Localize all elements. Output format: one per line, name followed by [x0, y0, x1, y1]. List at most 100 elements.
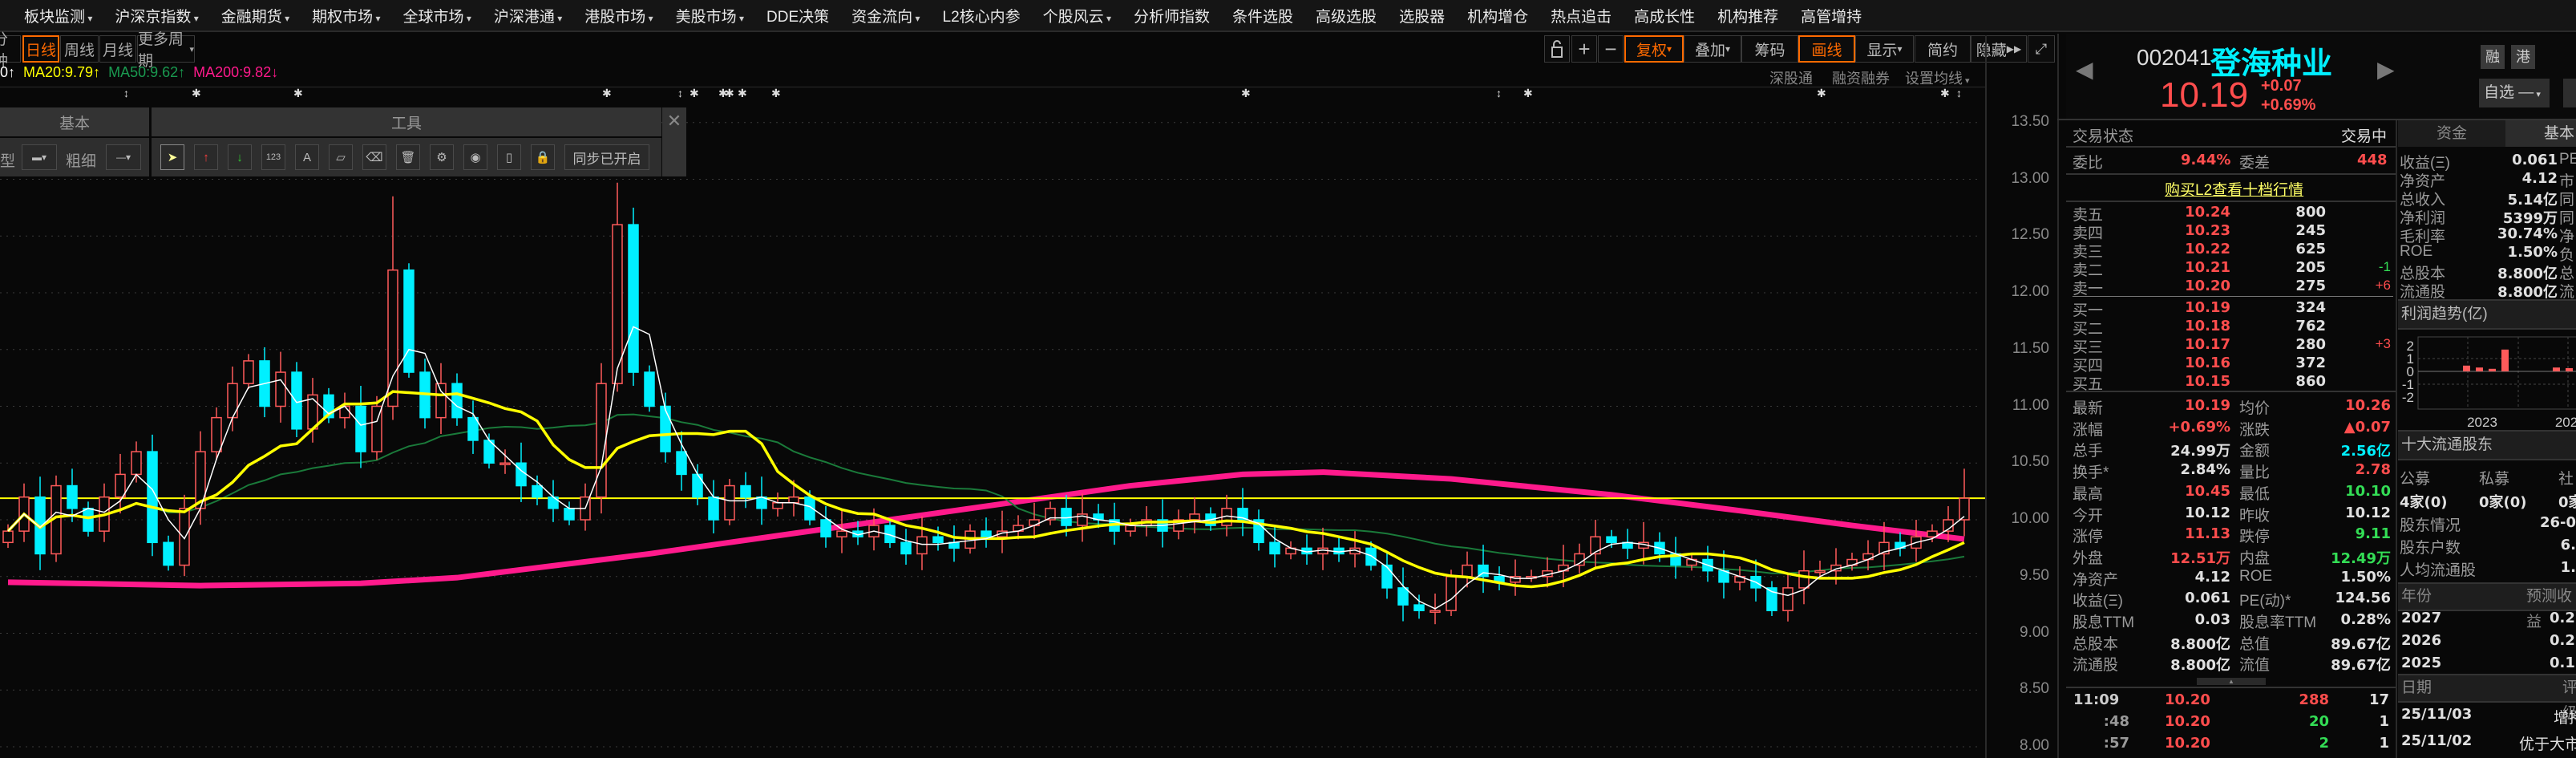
- candle: [1237, 488, 1248, 537]
- cursor-tool-icon[interactable]: ➤: [160, 144, 184, 170]
- candle: [195, 431, 206, 525]
- lock-tool-icon[interactable]: 🔒: [531, 144, 555, 170]
- eye-icon[interactable]: ◉: [463, 144, 487, 170]
- tick-volume: 2: [2319, 735, 2329, 752]
- hk-connect-tag[interactable]: 港: [2511, 45, 2535, 69]
- extra-button[interactable]: [2563, 79, 2576, 107]
- candle: [451, 373, 463, 426]
- holder-type-value: 0家: [2558, 494, 2576, 511]
- ruler-tool-icon[interactable]: ▱: [329, 144, 353, 170]
- text-tool-icon[interactable]: A: [295, 144, 319, 170]
- candle: [692, 464, 703, 505]
- stat-value: 10.45: [2185, 482, 2230, 500]
- ask-level-volume: 205: [2295, 259, 2326, 276]
- candle: [1029, 502, 1040, 540]
- ask-level-price[interactable]: 10.22: [2157, 241, 2230, 257]
- arrow-up-tool-icon[interactable]: ↑: [194, 144, 218, 170]
- x-tick-label: 2023: [2467, 415, 2497, 430]
- candle: [131, 441, 142, 483]
- fullscreen-icon[interactable]: ⤢: [2028, 35, 2055, 63]
- stat-value: 89.67亿: [2331, 635, 2391, 653]
- candle: [836, 510, 847, 553]
- event-marker-icon[interactable]: ↕: [677, 87, 683, 99]
- bid-level-price[interactable]: 10.18: [2157, 318, 2230, 334]
- eraser-icon[interactable]: ⌫: [362, 144, 386, 170]
- ask-level-price[interactable]: 10.20: [2157, 278, 2230, 294]
- candle: [644, 365, 655, 412]
- tool-panel-tab-tools[interactable]: 工具: [152, 107, 661, 136]
- next-stock-icon[interactable]: ▶: [2377, 56, 2395, 83]
- line-width-select[interactable]: —▾: [106, 144, 141, 170]
- candle: [1622, 529, 1633, 559]
- stat-value: 10.19: [2185, 397, 2230, 414]
- ask-level-price[interactable]: 10.21: [2157, 259, 2230, 276]
- event-marker-icon[interactable]: ✱: [1241, 87, 1251, 100]
- y-tick-label: 13.00: [2011, 169, 2049, 187]
- forecast-eps: 0.2: [2550, 632, 2575, 649]
- line-type-select[interactable]: ▬▾: [22, 144, 57, 170]
- margin-tag[interactable]: 融: [2481, 45, 2505, 69]
- event-markers: ↕ ✱ ✱ ✱ ↕ ✱ ✱ ✱ ✱ ✱ ✱ ↕ ✱ ✱ ✱ ↕: [0, 87, 1986, 103]
- chevron-down-icon: ▾: [2534, 90, 2541, 99]
- screenshot-icon[interactable]: ▯: [497, 144, 521, 170]
- fundamental-value: 30.74%: [2497, 225, 2558, 242]
- candle: [1526, 570, 1537, 582]
- stat-label: 跌停: [2239, 529, 2271, 546]
- event-marker-icon[interactable]: ✱: [771, 87, 781, 100]
- trash-icon[interactable]: 🗑: [396, 144, 420, 170]
- ask-level-price[interactable]: 10.24: [2157, 204, 2230, 221]
- event-marker-icon[interactable]: ✱: [1940, 87, 1950, 100]
- close-icon[interactable]: ✕: [662, 107, 686, 176]
- sync-button[interactable]: 同步已开启: [564, 144, 649, 170]
- buy-l2-link[interactable]: 购买L2查看十档行情: [2165, 178, 2303, 200]
- candle: [1911, 520, 1922, 562]
- prev-stock-icon[interactable]: ◀: [2076, 56, 2093, 83]
- y-tick-label: 11.50: [2012, 339, 2049, 357]
- ask-level-price[interactable]: 10.23: [2157, 222, 2230, 239]
- candle: [163, 535, 174, 571]
- stat-label: ROE: [2239, 567, 2273, 585]
- event-marker-icon[interactable]: ✱: [1523, 87, 1533, 100]
- stat-label: 流值: [2239, 657, 2271, 675]
- stat-label: 股息TTM: [2073, 614, 2135, 631]
- event-marker-icon[interactable]: ✱: [689, 87, 699, 100]
- candle: [1606, 529, 1617, 549]
- event-marker-icon[interactable]: ↕: [1956, 87, 1962, 99]
- event-marker-icon[interactable]: ↕: [1496, 87, 1502, 99]
- bid-level-price[interactable]: 10.19: [2157, 299, 2230, 316]
- event-marker-icon[interactable]: ✱: [602, 87, 612, 100]
- candle: [1381, 551, 1393, 599]
- candle: [740, 472, 751, 509]
- collapse-handle[interactable]: ▲: [2197, 678, 2266, 685]
- holder-stat-value: 6.: [2560, 537, 2576, 553]
- event-marker-icon[interactable]: ✱: [293, 87, 303, 100]
- candle: [1862, 540, 1874, 571]
- event-marker-icon[interactable]: ✱: [192, 87, 201, 100]
- stat-label: 外盘: [2073, 549, 2104, 567]
- stat-value: ▲0.07: [2343, 418, 2391, 436]
- arrow-down-tool-icon[interactable]: ↓: [228, 144, 252, 170]
- status-label: 交易状态: [2073, 128, 2134, 145]
- tab-basic[interactable]: 基本: [2505, 120, 2576, 147]
- panel-divider: [2057, 34, 2059, 758]
- bid-level-price[interactable]: 10.16: [2157, 355, 2230, 371]
- counter-tool-icon[interactable]: 123: [261, 144, 285, 170]
- gear-icon[interactable]: ⚙: [430, 144, 454, 170]
- tick-count: 17: [2368, 691, 2389, 708]
- status-value: 交易中: [2341, 128, 2388, 145]
- event-marker-icon[interactable]: ✱: [1817, 87, 1826, 100]
- bid-level-price[interactable]: 10.17: [2157, 336, 2230, 353]
- watchlist-button[interactable]: 自选 — ▾: [2479, 79, 2550, 107]
- event-marker-icon[interactable]: ✱: [725, 87, 734, 100]
- event-marker-icon[interactable]: ↕: [123, 87, 129, 99]
- candle: [1349, 531, 1361, 568]
- tab-funds[interactable]: 资金: [2398, 120, 2505, 147]
- line-width-label: 粗细: [66, 153, 97, 170]
- tool-panel-tab-basic[interactable]: 基本: [0, 107, 149, 136]
- profit-bar: [2463, 365, 2470, 371]
- stat-label: 昨收: [2239, 507, 2271, 525]
- bid-level-price[interactable]: 10.15: [2157, 373, 2230, 390]
- event-marker-icon[interactable]: ✱: [738, 87, 747, 100]
- stat-label: 换手*: [2073, 464, 2109, 482]
- fundamental-next-label: PE: [2559, 151, 2576, 168]
